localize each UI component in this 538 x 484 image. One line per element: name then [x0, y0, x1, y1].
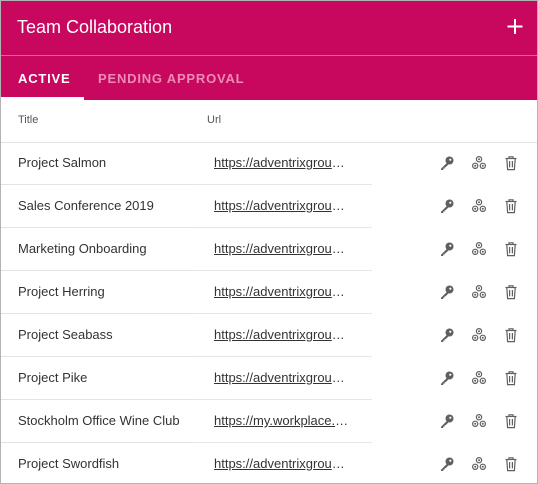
row-title: Project Salmon: [18, 155, 107, 170]
tab-pending-approval[interactable]: PENDING APPROVAL: [98, 71, 244, 86]
list-row[interactable]: Marketing Onboarding https://adventrixgro…: [1, 228, 537, 271]
key-icon[interactable]: [439, 284, 455, 300]
list-row[interactable]: Sales Conference 2019 https://adventrixgr…: [1, 185, 537, 228]
trash-icon[interactable]: [503, 155, 519, 171]
row-title: Marketing Onboarding: [18, 241, 147, 256]
panel-title: Team Collaboration: [17, 17, 173, 37]
row-url-link[interactable]: https://adventrixgroup....: [214, 456, 352, 471]
list-row[interactable]: Project Herring https://adventrixgroup...…: [1, 271, 537, 314]
row-title: Project Swordfish: [18, 456, 120, 471]
row-title: Project Herring: [18, 284, 105, 299]
team-icon[interactable]: [471, 456, 487, 472]
trash-icon[interactable]: [503, 370, 519, 386]
team-icon[interactable]: [471, 413, 487, 429]
team-icon[interactable]: [471, 241, 487, 257]
list-row[interactable]: Project Pike https://adventrixgroup....: [1, 357, 537, 400]
key-icon[interactable]: [439, 456, 455, 472]
trash-icon[interactable]: [503, 456, 519, 472]
key-icon[interactable]: [439, 241, 455, 257]
list-row[interactable]: Project Swordfish https://adventrixgroup.…: [1, 443, 537, 483]
column-header-url: Url: [207, 114, 222, 126]
trash-icon[interactable]: [503, 413, 519, 429]
panel-header: Team Collaboration: [1, 1, 537, 55]
key-icon[interactable]: [439, 198, 455, 214]
team-collaboration-panel: Team Collaboration ACTIVE PENDING APPROV…: [0, 0, 538, 484]
row-title: Project Seabass: [18, 327, 113, 342]
team-icon[interactable]: [471, 284, 487, 300]
trash-icon[interactable]: [503, 198, 519, 214]
tab-bar: ACTIVE PENDING APPROVAL: [1, 56, 537, 100]
row-url-link[interactable]: https://my.workplace.c...: [214, 413, 352, 428]
row-url-link[interactable]: https://adventrixgroup....: [214, 241, 352, 256]
plus-icon[interactable]: [507, 14, 523, 38]
row-url-link[interactable]: https://adventrixgroup....: [214, 370, 352, 385]
list-row[interactable]: Project Seabass https://adventrixgroup...…: [1, 314, 537, 357]
row-title: Stockholm Office Wine Club: [18, 413, 180, 428]
row-title: Project Pike: [18, 370, 88, 385]
active-tab-indicator: [1, 97, 84, 100]
key-icon[interactable]: [439, 370, 455, 386]
row-url-link[interactable]: https://adventrixgroup....: [214, 198, 352, 213]
trash-icon[interactable]: [503, 241, 519, 257]
list-row[interactable]: Project Salmon https://adventrixgroup....: [1, 142, 537, 185]
team-icon[interactable]: [471, 155, 487, 171]
key-icon[interactable]: [439, 413, 455, 429]
row-url-link[interactable]: https://adventrixgroup....: [214, 284, 352, 299]
tab-active[interactable]: ACTIVE: [18, 71, 70, 86]
row-url-link[interactable]: https://adventrixgroup....: [214, 155, 352, 170]
team-icon[interactable]: [471, 327, 487, 343]
trash-icon[interactable]: [503, 327, 519, 343]
key-icon[interactable]: [439, 327, 455, 343]
row-url-link[interactable]: https://adventrixgroup....: [214, 327, 352, 342]
column-header-title: Title: [18, 114, 39, 126]
key-icon[interactable]: [439, 155, 455, 171]
team-icon[interactable]: [471, 198, 487, 214]
row-title: Sales Conference 2019: [18, 198, 154, 213]
trash-icon[interactable]: [503, 284, 519, 300]
list-row[interactable]: Stockholm Office Wine Club https://my.wor…: [1, 400, 537, 443]
team-icon[interactable]: [471, 370, 487, 386]
